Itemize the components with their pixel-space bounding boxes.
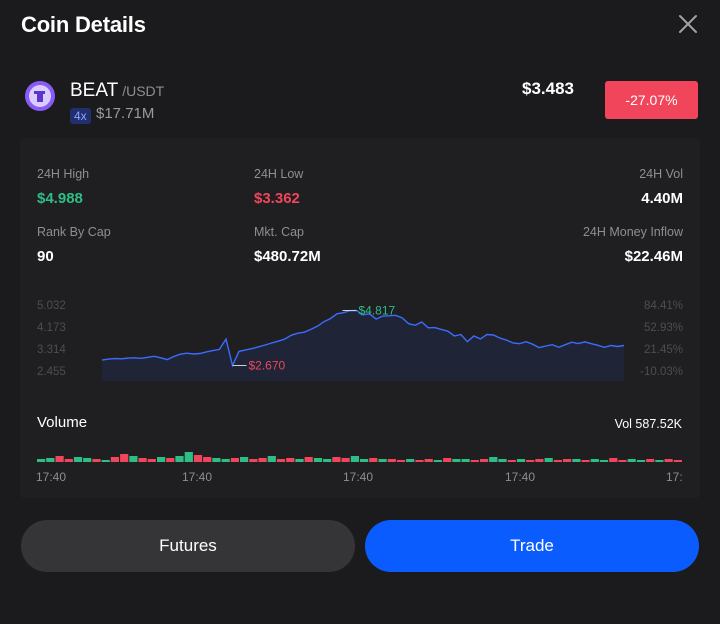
volume-bar: [544, 458, 553, 462]
volume-bar: [480, 459, 489, 462]
volume-bar: [258, 458, 267, 462]
volume-bar: [221, 459, 230, 462]
volume-bar: [157, 457, 166, 462]
volume-bar: [489, 457, 498, 462]
volume-bar: [83, 458, 92, 462]
volume-bar: [369, 458, 378, 462]
volume-bar: [175, 456, 184, 462]
volume-bar: [55, 456, 64, 462]
volume-bar: [46, 458, 55, 462]
time-label: 17:40: [182, 470, 213, 484]
volume-bar: [387, 459, 396, 462]
volume-bar: [406, 459, 415, 462]
volume-bar: [516, 459, 526, 462]
volume-bar: [129, 456, 138, 462]
volume-bar: [618, 460, 627, 462]
futures-button[interactable]: Futures: [21, 520, 355, 572]
volume-bar: [563, 459, 572, 462]
volume-bar: [212, 458, 221, 462]
volume-bar: [101, 460, 110, 462]
volume-bar: [295, 459, 304, 462]
volume-bar: [424, 459, 433, 462]
volume-bar: [646, 459, 655, 462]
volume-bar: [286, 458, 295, 462]
volume-bar: [415, 460, 424, 462]
volume-bar: [249, 459, 258, 462]
volume-bar: [138, 458, 147, 462]
volume-bar: [360, 459, 369, 462]
volume-bar: [581, 460, 590, 462]
volume-bar: [599, 460, 609, 462]
trade-button[interactable]: Trade: [365, 520, 699, 572]
volume-bar: [507, 460, 516, 462]
volume-bar: [230, 458, 239, 462]
time-label: 17:40: [343, 470, 374, 484]
volume-bar: [332, 457, 341, 462]
volume-bar: [553, 460, 562, 462]
volume-bar: [433, 460, 442, 462]
volume-bar: [110, 457, 119, 462]
volume-bar: [304, 457, 313, 462]
volume-bar: [655, 460, 664, 462]
volume-bar: [341, 458, 350, 462]
volume-bar: [526, 460, 535, 462]
volume-bar: [461, 459, 470, 462]
volume-bar: [73, 457, 83, 462]
volume-bar: [166, 458, 175, 462]
time-label: 17:40: [505, 470, 536, 484]
volume-bar: [443, 458, 452, 462]
volume-bar: [470, 460, 479, 462]
volume-bar: [535, 459, 544, 462]
time-label: 17:: [666, 470, 683, 484]
volume-bar: [498, 459, 507, 462]
volume-bar: [92, 459, 101, 462]
volume-bar: [276, 459, 286, 462]
volume-bar: [147, 459, 156, 462]
volume-bar: [664, 459, 673, 462]
volume-bar: [572, 459, 581, 462]
volume-bar: [673, 460, 682, 462]
volume-bar: [267, 456, 276, 462]
volume-bar: [64, 459, 73, 462]
volume-bar: [609, 458, 618, 462]
volume-bar: [313, 458, 323, 462]
volume-bar: [120, 454, 129, 462]
volume-bar: [323, 459, 332, 462]
volume-bar: [452, 459, 461, 462]
volume-bar: [37, 459, 46, 462]
volume-bar: [184, 452, 193, 462]
volume-chart: [37, 452, 682, 462]
volume-bar: [636, 460, 646, 462]
volume-bar: [350, 456, 359, 462]
volume-bar: [590, 459, 599, 462]
volume-bar: [396, 460, 406, 462]
volume-bar: [378, 459, 387, 462]
volume-bar: [203, 457, 212, 462]
volume-bar: [240, 457, 249, 462]
time-label: 17:40: [36, 470, 67, 484]
volume-bar: [627, 459, 636, 462]
volume-bar: [193, 455, 203, 462]
